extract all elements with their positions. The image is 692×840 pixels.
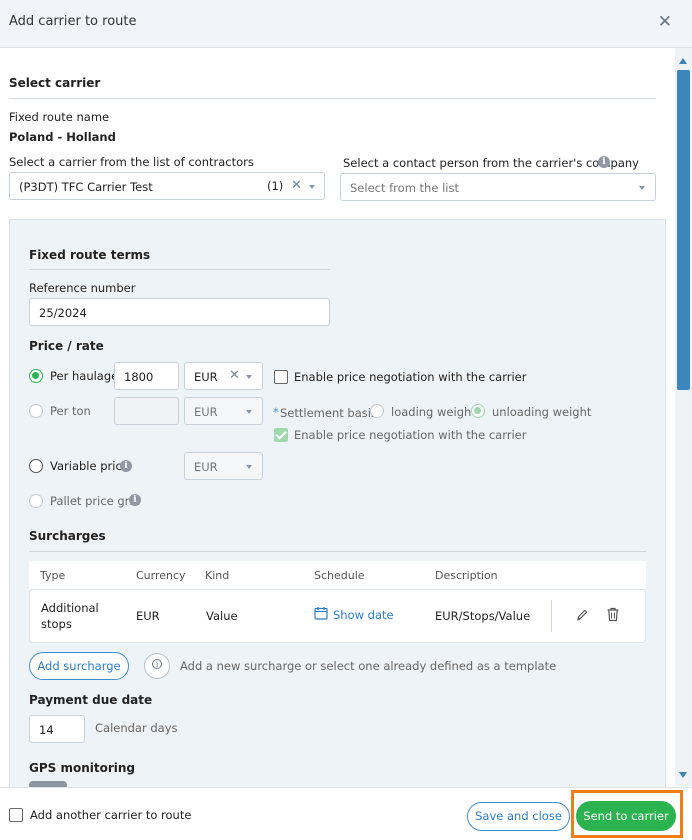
per-haulage-value: 1800 [124, 370, 154, 384]
type-cell: Additional [41, 601, 99, 615]
column-header: Type [40, 569, 66, 582]
gps-heading: GPS monitoring [29, 761, 136, 775]
carrier-count: (1) [267, 179, 284, 193]
highlight-box [571, 790, 683, 838]
add-surcharge-button[interactable]: Add surcharge [29, 652, 129, 680]
scroll-down-arrow-icon[interactable] [679, 772, 687, 778]
dialog-title: Add carrier to route [9, 14, 137, 29]
clear-icon[interactable]: ✕ [229, 368, 240, 383]
route-name-label: Fixed route name [9, 110, 110, 124]
close-icon[interactable]: ✕ [658, 12, 672, 32]
show-date-link[interactable]: Show date [333, 608, 394, 622]
payment-days-value: 14 [39, 723, 54, 737]
divider [551, 600, 552, 632]
vertical-scrollbar[interactable] [675, 48, 692, 786]
hint-info-icon[interactable]: i [144, 653, 170, 679]
info-icon[interactable]: i [598, 156, 610, 168]
currency-cell: EUR [136, 609, 160, 623]
description-cell: EUR/Stops/Value [435, 609, 531, 623]
negotiation-label-2: Enable price negotiation with the carrie… [294, 428, 527, 442]
divider [9, 98, 656, 99]
loading-weight-radio[interactable] [370, 404, 384, 418]
price-heading: Price / rate [29, 339, 104, 353]
scroll-up-arrow-icon[interactable] [679, 58, 687, 64]
add-another-label: Add another carrier to route [30, 808, 192, 822]
per-haulage-currency: EUR [194, 370, 218, 384]
per-haulage-label: Per haulage [50, 369, 119, 383]
trash-icon[interactable] [606, 607, 620, 625]
table-header: Type Currency Kind Schedule Description [29, 561, 646, 589]
negotiation-checkbox[interactable] [274, 370, 288, 384]
per-ton-radio[interactable] [29, 404, 43, 418]
divider [29, 269, 330, 270]
variable-currency-select[interactable]: EUR [184, 452, 263, 480]
clear-icon[interactable]: ✕ [291, 178, 302, 193]
carrier-select-value: (P3DT) TFC Carrier Test [19, 180, 153, 194]
pallet-grid-radio[interactable] [29, 494, 43, 508]
divider [29, 551, 646, 552]
chevron-down-icon[interactable] [309, 185, 315, 189]
variable-currency: EUR [194, 460, 218, 474]
save-and-close-button[interactable]: Save and close [467, 802, 570, 831]
payment-heading: Payment due date [29, 693, 153, 707]
reference-label: Reference number [29, 281, 136, 295]
per-haulage-currency-select[interactable]: EUR ✕ [184, 362, 263, 390]
chevron-down-icon[interactable] [639, 186, 645, 190]
reference-input[interactable]: 25/2024 [29, 298, 330, 326]
surcharges-table: Type Currency Kind Schedule Description … [29, 561, 646, 643]
select-carrier-heading: Select carrier [9, 76, 101, 90]
settlement-label: Settlement basis: [280, 406, 381, 420]
route-name-value: Poland - Holland [9, 130, 116, 144]
negotiation-label: Enable price negotiation with the carrie… [294, 370, 527, 384]
pallet-grid-label: Pallet price grid [50, 494, 140, 508]
type-cell: stops [41, 617, 72, 631]
info-icon[interactable]: i [129, 494, 141, 506]
variable-price-label: Variable price [50, 459, 129, 473]
surcharge-hint: Add a new surcharge or select one alread… [180, 659, 557, 673]
per-ton-currency: EUR [194, 405, 218, 419]
contact-select[interactable]: Select from the list [340, 173, 656, 201]
carrier-select-label: Select a carrier from the list of contra… [9, 155, 254, 169]
variable-price-radio[interactable] [29, 459, 43, 473]
negotiation-checkbox-2[interactable] [274, 428, 288, 442]
info-icon: i [152, 659, 162, 669]
per-haulage-input[interactable]: 1800 [114, 362, 179, 390]
reference-value: 25/2024 [39, 306, 87, 320]
terms-heading: Fixed route terms [29, 248, 151, 262]
kind-cell: Value [206, 609, 238, 623]
scrollbar-thumb[interactable] [677, 70, 690, 390]
info-icon[interactable]: i [120, 460, 132, 472]
contact-select-placeholder: Select from the list [350, 181, 459, 195]
column-header: Currency [136, 569, 186, 582]
chevron-down-icon[interactable] [246, 465, 252, 469]
chevron-down-icon[interactable] [246, 410, 252, 414]
calendar-icon[interactable] [314, 606, 328, 623]
column-header: Description [435, 569, 498, 582]
column-header: Schedule [314, 569, 365, 582]
surcharges-heading: Surcharges [29, 529, 106, 543]
per-ton-currency-select[interactable]: EUR [184, 397, 263, 425]
required-asterisk: * [273, 405, 279, 419]
per-ton-input[interactable] [114, 397, 179, 425]
loading-weight-label: loading weight [391, 405, 476, 419]
table-row: Additional stops EUR Value Show date EUR… [29, 589, 646, 643]
column-header: Kind [205, 569, 230, 582]
add-another-checkbox[interactable] [9, 808, 23, 822]
per-ton-label: Per ton [50, 404, 91, 418]
unloading-weight-label: unloading weight [492, 405, 592, 419]
unloading-weight-radio[interactable] [471, 404, 485, 418]
chevron-down-icon[interactable] [246, 375, 252, 379]
payment-days-unit: Calendar days [95, 721, 178, 735]
dialog-header: Add carrier to route ✕ [0, 0, 692, 48]
per-haulage-radio[interactable] [29, 369, 43, 383]
payment-days-input[interactable]: 14 [29, 715, 85, 743]
carrier-select[interactable]: (P3DT) TFC Carrier Test (1) ✕ [9, 172, 325, 200]
contact-select-label: Select a contact person from the carrier… [343, 156, 639, 170]
edit-pencil-icon[interactable] [575, 608, 589, 625]
